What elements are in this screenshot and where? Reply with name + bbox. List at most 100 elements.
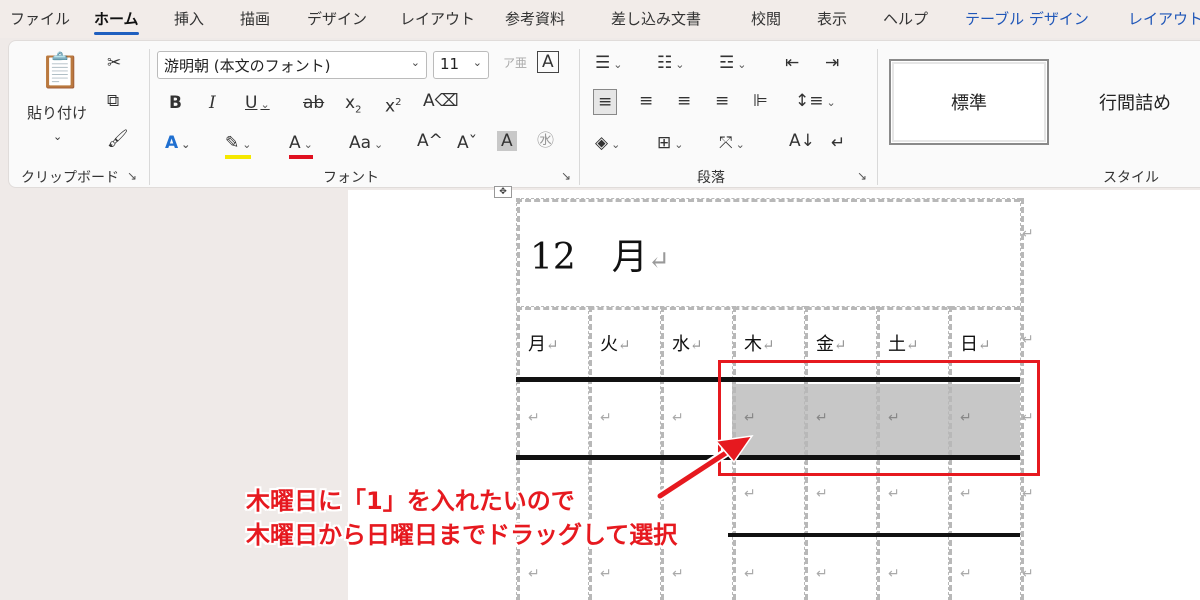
return-mark: ↵ [618, 336, 631, 354]
day-header-mon[interactable]: 月↵ [528, 330, 559, 356]
italic-icon[interactable]: I [209, 93, 216, 113]
underline-icon[interactable]: U ⌄ [245, 93, 270, 115]
cell-mark[interactable]: ↵ [960, 566, 972, 582]
cell-mark[interactable]: ↵ [816, 486, 828, 502]
tab-view[interactable]: 表示 [817, 8, 847, 29]
tab-references[interactable]: 参考資料 [505, 8, 565, 29]
day-label: 日 [960, 334, 978, 355]
phonetic-guide-icon[interactable]: ア亜 [503, 53, 527, 73]
tab-layout[interactable]: レイアウト [400, 8, 475, 29]
text-effects-icon[interactable]: A ⌄ [165, 133, 190, 155]
month-title-text: 12 月 [530, 237, 648, 278]
change-case-icon[interactable]: Aa ⌄ [349, 133, 383, 155]
cell-mark[interactable]: ↵ [672, 410, 684, 426]
cell-mark[interactable]: ↵ [528, 566, 540, 582]
font-size-select[interactable]: 11 ⌄ [433, 51, 489, 79]
highlight-icon[interactable]: ✎ ⌄ [225, 133, 252, 159]
copy-icon[interactable]: ⧉ [107, 91, 119, 111]
decrease-indent-icon[interactable]: ⇤ [785, 53, 799, 73]
paste-icon[interactable]: 📋 [39, 53, 81, 89]
table-move-handle[interactable]: ✥ [494, 186, 512, 198]
paragraph-launcher-icon[interactable]: ↘ [857, 169, 867, 183]
align-center-icon[interactable]: ≡ [639, 91, 653, 111]
strikethrough-icon[interactable]: ab [303, 93, 324, 113]
format-painter-icon[interactable]: 🖌 [107, 129, 129, 149]
cell-mark[interactable]: ↵ [888, 566, 900, 582]
return-mark: ↵ [546, 336, 559, 354]
tab-design[interactable]: デザイン [307, 8, 367, 29]
tab-mailings[interactable]: 差し込み文書 [611, 8, 701, 29]
justify-icon[interactable]: ≡ [715, 91, 729, 111]
ribbon-panel: 📋 貼り付け ⌄ ✂ ⧉ 🖌 クリップボード ↘ 游明朝 (本文のフォント) ⌄… [8, 40, 1200, 188]
tab-review[interactable]: 校閲 [751, 8, 781, 29]
day-header-sat[interactable]: 土↵ [888, 330, 919, 356]
style-normal-label: 標準 [951, 93, 987, 114]
day-header-tue[interactable]: 火↵ [600, 330, 631, 356]
cell-mark[interactable]: ↵ [888, 486, 900, 502]
tab-table-design[interactable]: テーブル デザイン [965, 8, 1089, 29]
day-header-wed[interactable]: 水↵ [672, 330, 703, 356]
tab-draw[interactable]: 描画 [240, 8, 270, 29]
multilevel-list-icon[interactable]: ☲ ⌄ [719, 53, 746, 75]
align-right-icon[interactable]: ≡ [677, 91, 691, 111]
cell-mark[interactable]: ↵ [672, 566, 684, 582]
tab-insert[interactable]: 挿入 [174, 8, 204, 29]
cell-mark[interactable]: ↵ [600, 410, 612, 426]
cell-mark[interactable]: ↵ [960, 486, 972, 502]
tab-table-layout[interactable]: レイアウト [1128, 8, 1200, 29]
row-end-mark: ↵ [1022, 226, 1034, 242]
month-title[interactable]: 12 月↵ [530, 228, 670, 280]
day-header-sun[interactable]: 日↵ [960, 330, 991, 356]
show-formatting-icon[interactable]: ↵ [831, 133, 845, 153]
day-label: 木 [744, 334, 762, 355]
clipboard-launcher-icon[interactable]: ↘ [127, 169, 137, 183]
day-label: 金 [816, 334, 834, 355]
cut-icon[interactable]: ✂ [107, 53, 121, 73]
table-gridline [516, 198, 1020, 202]
distributed-icon[interactable]: ⊫ [753, 91, 768, 111]
day-label: 月 [528, 334, 546, 355]
day-label: 水 [672, 334, 690, 355]
clipboard-group-label: クリップボード [21, 170, 119, 186]
asian-layout-icon[interactable]: ⤧ ⌄ [719, 133, 745, 155]
cell-mark[interactable]: ↵ [744, 566, 756, 582]
group-divider [579, 49, 580, 185]
style-normal[interactable]: 標準 [889, 59, 1049, 145]
day-header-fri[interactable]: 金↵ [816, 330, 847, 356]
tab-file[interactable]: ファイル [10, 8, 70, 29]
clear-formatting-icon[interactable]: A⌫ [423, 91, 459, 111]
paragraph-group-label: 段落 [697, 170, 725, 186]
tab-help[interactable]: ヘルプ [883, 8, 928, 29]
numbering-icon[interactable]: ☷ ⌄ [657, 53, 684, 75]
grow-font-icon[interactable]: A^ [417, 131, 443, 151]
instruction-callout: 木曜日に「1」を入れたいので 木曜日から日曜日までドラッグして選択 [246, 484, 677, 552]
enclosed-character-icon[interactable]: ㊌ [537, 131, 554, 151]
shrink-font-icon[interactable]: Aˇ [457, 133, 477, 153]
style-no-spacing[interactable]: 行間詰め [1055, 59, 1200, 145]
bullets-icon[interactable]: ☰ ⌄ [595, 53, 622, 75]
cell-mark[interactable]: ↵ [528, 410, 540, 426]
superscript-icon[interactable]: x2 [385, 93, 401, 117]
cell-mark[interactable]: ↵ [744, 486, 756, 502]
enclosed-char-icon[interactable]: A [537, 51, 559, 73]
return-mark: ↵ [978, 336, 991, 354]
bold-icon[interactable]: B [169, 93, 182, 113]
increase-indent-icon[interactable]: ⇥ [825, 53, 839, 73]
paste-button-label[interactable]: 貼り付け [27, 103, 87, 123]
line-spacing-icon[interactable]: ↕≡ ⌄ [795, 91, 836, 113]
font-name-select[interactable]: 游明朝 (本文のフォント) ⌄ [157, 51, 427, 79]
paste-dropdown-icon[interactable]: ⌄ [53, 127, 62, 147]
font-launcher-icon[interactable]: ↘ [561, 169, 571, 183]
align-left-icon[interactable]: ≡ [593, 89, 618, 115]
tab-home[interactable]: ホーム [94, 8, 139, 35]
char-shading-icon[interactable]: A [497, 131, 517, 151]
subscript-icon[interactable]: x2 [345, 93, 361, 120]
day-label: 火 [600, 334, 618, 355]
borders-icon[interactable]: ⊞ ⌄ [657, 133, 683, 155]
day-header-thu[interactable]: 木↵ [744, 330, 775, 356]
paragraph-shading-icon[interactable]: ◈ ⌄ [595, 133, 620, 155]
cell-mark[interactable]: ↵ [816, 566, 828, 582]
cell-mark[interactable]: ↵ [600, 566, 612, 582]
font-color-icon[interactable]: A ⌄ [289, 133, 313, 159]
sort-icon[interactable]: A↓ [789, 131, 815, 151]
